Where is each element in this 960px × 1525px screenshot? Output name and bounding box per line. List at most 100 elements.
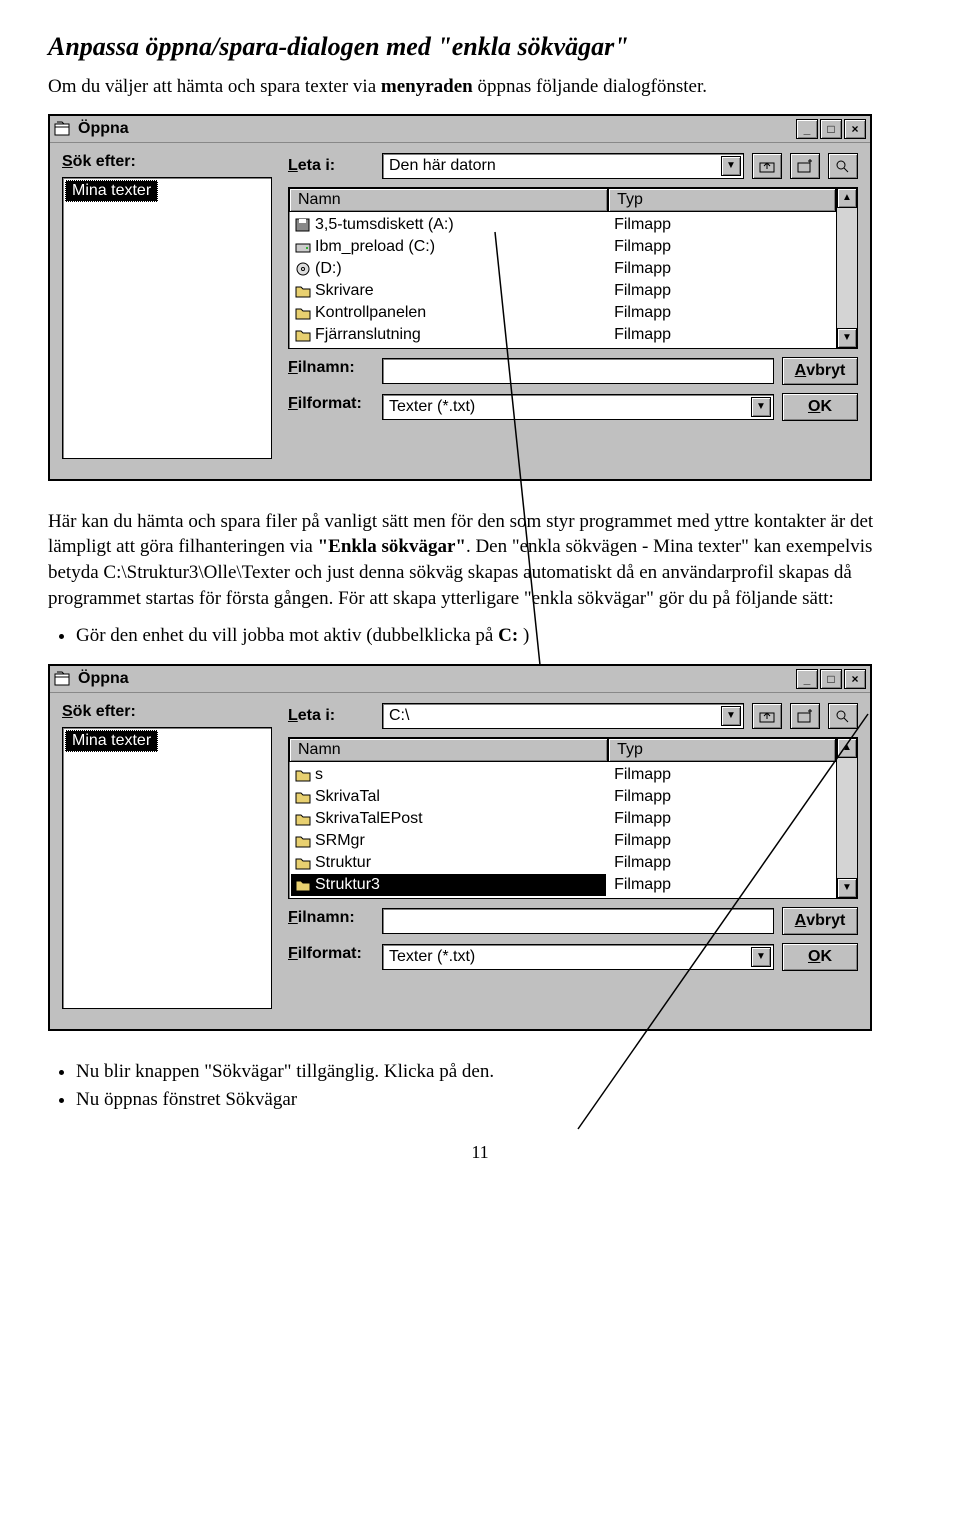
minimize-button[interactable]: _ xyxy=(796,119,818,139)
combo-dropdown-button[interactable]: ▼ xyxy=(721,706,741,726)
folder-icon xyxy=(295,812,311,826)
filformat-label: Filformat: xyxy=(288,395,374,413)
new-folder-icon xyxy=(796,159,814,173)
file-scrollbar[interactable]: ▲ ▼ xyxy=(836,738,857,898)
titlebar-title: Öppna xyxy=(78,670,796,688)
file-item-type: Filmapp xyxy=(610,324,834,346)
intro-text-a: Om du väljer att hämta och spara texter … xyxy=(48,76,381,97)
file-item[interactable]: Ibm_preload (C:) xyxy=(291,236,606,258)
column-header-type[interactable]: Typ xyxy=(608,188,836,212)
details-button[interactable] xyxy=(828,153,858,179)
scroll-up-button[interactable]: ▲ xyxy=(837,188,857,208)
file-item-type: Filmapp xyxy=(610,236,834,258)
ok-button[interactable]: OK xyxy=(782,393,858,421)
file-item[interactable]: 3,5-tumsdiskett (A:) xyxy=(291,214,606,236)
column-header-name[interactable]: Namn xyxy=(289,738,608,762)
file-item[interactable]: s xyxy=(291,764,606,786)
scroll-down-button[interactable]: ▼ xyxy=(837,328,857,348)
combo-dropdown-button[interactable]: ▼ xyxy=(721,156,741,176)
filnamn-label: Filnamn: xyxy=(288,359,374,377)
close-button[interactable]: × xyxy=(844,669,866,689)
titlebar[interactable]: Öppna _ □ × xyxy=(50,116,870,143)
new-folder-icon xyxy=(796,709,814,723)
file-item-name: (D:) xyxy=(315,260,342,278)
file-item[interactable]: SkrivaTal xyxy=(291,786,606,808)
titlebar[interactable]: Öppna _ □ × xyxy=(50,666,870,693)
details-icon xyxy=(834,159,852,173)
new-folder-button[interactable] xyxy=(790,153,820,179)
folder-icon xyxy=(295,834,311,848)
app-icon xyxy=(54,120,72,138)
details-button[interactable] xyxy=(828,703,858,729)
file-item-type: Filmapp xyxy=(610,808,834,830)
leta-i-label: Leta i: xyxy=(288,707,374,725)
sok-efter-listbox[interactable]: Mina texter xyxy=(62,727,272,1009)
file-item[interactable]: Fjärranslutning xyxy=(291,324,606,346)
file-item-type: Filmapp xyxy=(610,786,834,808)
bullet-2: Nu blir knappen "Sökvägar" tillgänglig. … xyxy=(76,1059,912,1086)
file-item[interactable]: SRMgr xyxy=(291,830,606,852)
new-folder-button[interactable] xyxy=(790,703,820,729)
filformat-label: Filformat: xyxy=(288,945,374,963)
minimize-button[interactable]: _ xyxy=(796,669,818,689)
file-item-type: Filmapp xyxy=(610,302,834,324)
folder-icon xyxy=(295,768,311,782)
leta-i-combo[interactable]: C:\ ▼ xyxy=(382,703,744,729)
avbryt-button[interactable]: Avbryt xyxy=(782,907,858,935)
intro-text-b: menyraden xyxy=(381,76,473,97)
filformat-dropdown-button[interactable]: ▼ xyxy=(751,947,771,967)
cd-icon xyxy=(295,262,311,276)
para2-text-b: "Enkla sökvägar" xyxy=(318,536,466,557)
filnamn-input[interactable] xyxy=(382,908,774,934)
sok-efter-selected-item[interactable]: Mina texter xyxy=(65,180,158,202)
file-item[interactable]: SkrivaTalEPost xyxy=(291,808,606,830)
sok-efter-selected-item[interactable]: Mina texter xyxy=(65,730,158,752)
file-item[interactable]: Struktur3 xyxy=(291,874,606,896)
file-list-area[interactable]: Namn 3,5-tumsdiskett (A:) Ibm_preload (C:… xyxy=(288,187,858,349)
paragraph-2: Här kan du hämta och spara filer på vanl… xyxy=(48,509,912,612)
maximize-button[interactable]: □ xyxy=(820,669,842,689)
column-header-name[interactable]: Namn xyxy=(289,188,608,212)
file-item-name: Kontrollpanelen xyxy=(315,304,426,322)
up-folder-button[interactable] xyxy=(752,703,782,729)
file-item-name: SRMgr xyxy=(315,832,365,850)
filformat-dropdown-button[interactable]: ▼ xyxy=(751,397,771,417)
filnamn-input[interactable] xyxy=(382,358,774,384)
up-folder-icon xyxy=(758,159,776,173)
sok-efter-label: Sök efter: xyxy=(62,153,272,171)
sok-efter-listbox[interactable]: Mina texter xyxy=(62,177,272,459)
maximize-button[interactable]: □ xyxy=(820,119,842,139)
file-item[interactable]: Struktur xyxy=(291,852,606,874)
file-item-name: Ibm_preload (C:) xyxy=(315,238,435,256)
bullet-1: Gör den enhet du vill jobba mot aktiv (d… xyxy=(76,623,912,650)
scroll-down-button[interactable]: ▼ xyxy=(837,878,857,898)
file-item-type: Filmapp xyxy=(610,830,834,852)
avbryt-button[interactable]: Avbryt xyxy=(782,357,858,385)
folder-icon xyxy=(295,878,311,892)
filformat-combo[interactable]: Texter (*.txt) ▼ xyxy=(382,394,774,420)
column-header-type[interactable]: Typ xyxy=(608,738,836,762)
filformat-combo[interactable]: Texter (*.txt) ▼ xyxy=(382,944,774,970)
floppy-icon xyxy=(295,218,311,232)
file-scrollbar[interactable]: ▲ ▼ xyxy=(836,188,857,348)
folder-icon xyxy=(295,856,311,870)
file-item-name: SkrivaTalEPost xyxy=(315,810,423,828)
file-item[interactable]: Kontrollpanelen xyxy=(291,302,606,324)
up-folder-button[interactable] xyxy=(752,153,782,179)
bullet-3: Nu öppnas fönstret Sökvägar xyxy=(76,1087,912,1114)
titlebar-title: Öppna xyxy=(78,120,796,138)
file-list-area[interactable]: Namn s SkrivaTal SkrivaTalEPost SRMgr Strukt… xyxy=(288,737,858,899)
file-item-name: Struktur3 xyxy=(315,876,380,894)
close-button[interactable]: × xyxy=(844,119,866,139)
scroll-up-button[interactable]: ▲ xyxy=(837,738,857,758)
file-item[interactable]: Skrivare xyxy=(291,280,606,302)
leta-i-combo[interactable]: Den här datorn ▼ xyxy=(382,153,744,179)
file-item-type: Filmapp xyxy=(610,280,834,302)
up-folder-icon xyxy=(758,709,776,723)
file-item[interactable]: (D:) xyxy=(291,258,606,280)
intro-text-c: öppnas följande dialogfönster. xyxy=(473,76,707,97)
file-item-name: Fjärranslutning xyxy=(315,326,421,344)
ok-button[interactable]: OK xyxy=(782,943,858,971)
file-item-type: Filmapp xyxy=(610,214,834,236)
file-item-name: s xyxy=(315,766,323,784)
